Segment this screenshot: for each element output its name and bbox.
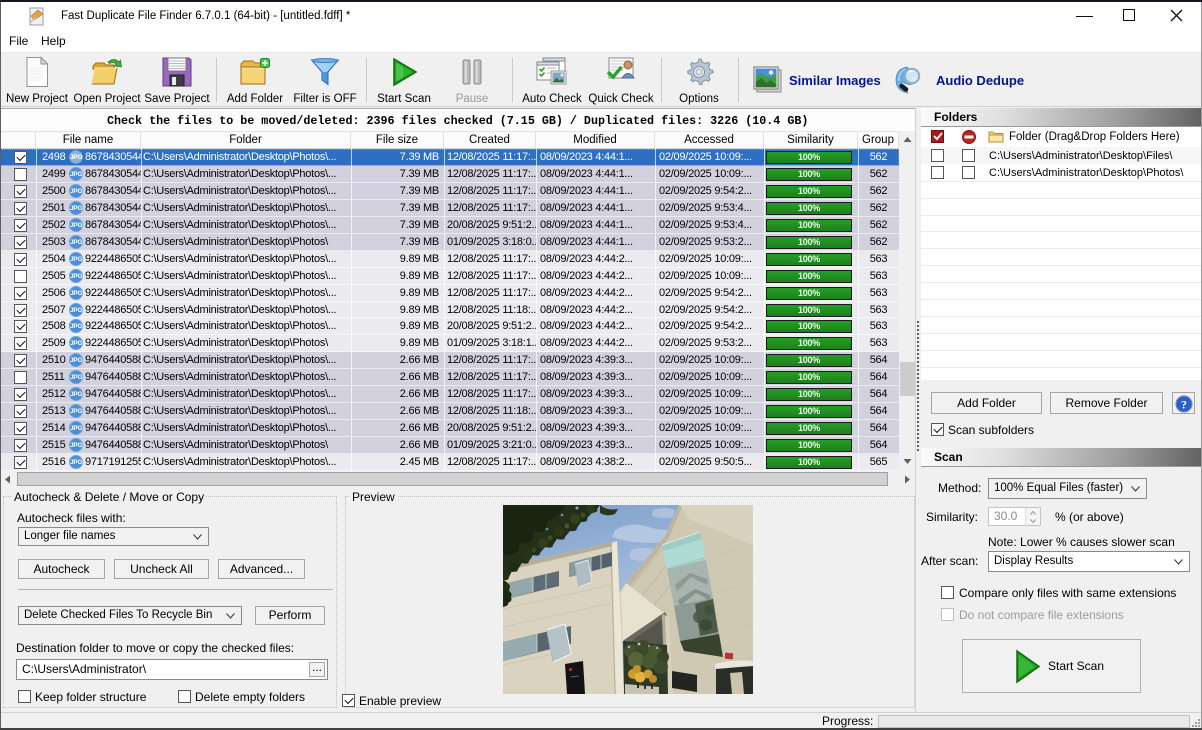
svg-text:?: ? — [1181, 397, 1187, 411]
